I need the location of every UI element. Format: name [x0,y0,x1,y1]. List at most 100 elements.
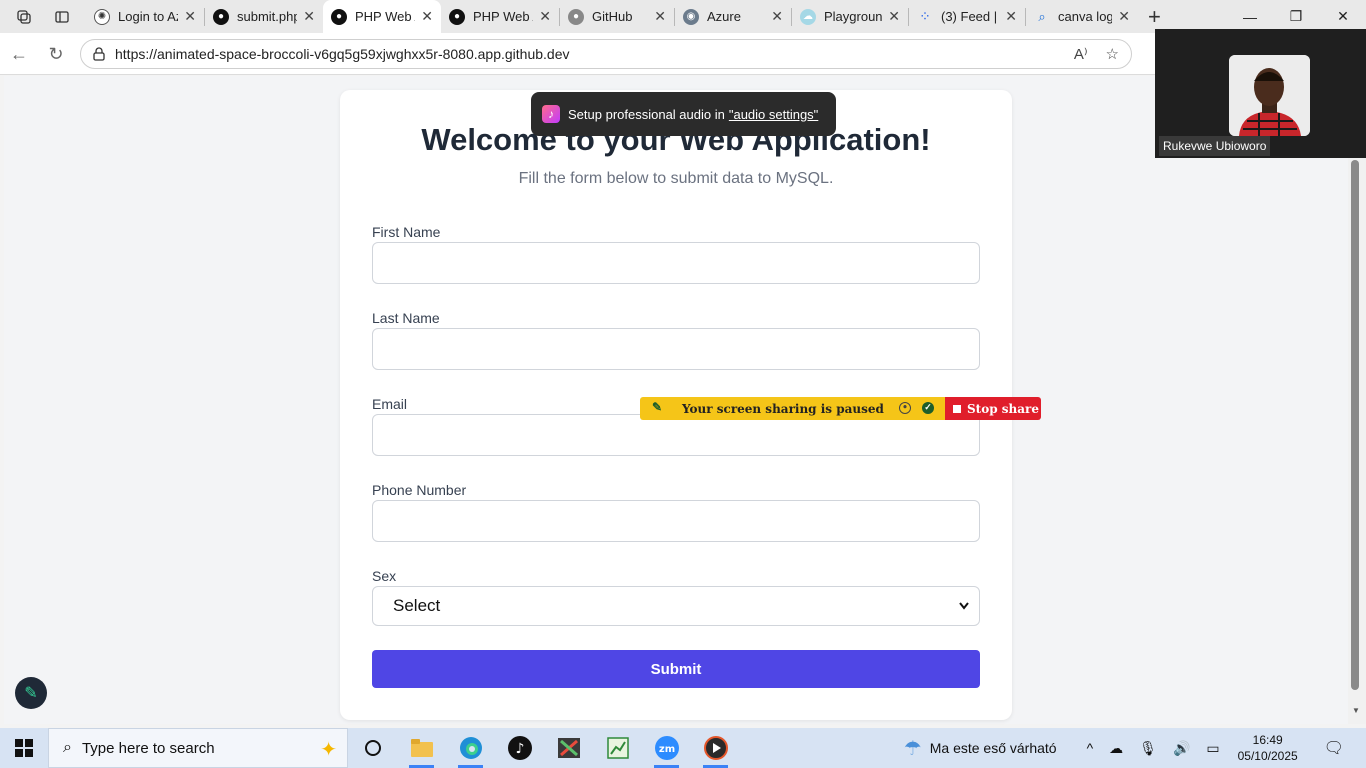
screen-share-banner: ✎ Your screen sharing is paused • ✓ Stop… [640,397,1041,420]
battery-icon[interactable]: ▭ [1206,740,1219,757]
email-input[interactable] [372,414,980,456]
scroll-down-arrow[interactable]: ▼ [1350,706,1362,715]
tiktok-icon[interactable]: ♪ [495,728,544,768]
shield-icon: ✓ [922,402,934,414]
url-field[interactable]: https://animated-space-broccoli-v6gq5g59… [80,39,1132,69]
notifications-icon[interactable]: 🗨 [1324,738,1344,758]
audio-settings-toast: ♪ Setup professional audio in "audio set… [531,92,836,136]
refresh-button[interactable]: ↻ [45,43,67,65]
back-button[interactable]: ← [8,43,30,65]
github-icon: ● [449,8,465,25]
tab-php-web-app[interactable]: ● PHP Web App ✕ [441,0,559,33]
clock-time: 16:49 [1252,733,1283,747]
close-icon[interactable]: ✕ [771,8,783,25]
share-paused-bar[interactable]: ✎ Your screen sharing is paused • ✓ [640,397,945,420]
favorite-star-icon[interactable]: ☆ [1106,45,1119,63]
onedrive-icon[interactable]: ☁ [1109,740,1123,757]
scrollbar-thumb[interactable] [1351,160,1359,690]
first-name-label: First Name [372,224,441,240]
first-name-input[interactable] [372,242,980,284]
github-icon: ● [331,8,347,25]
phone-label: Phone Number [372,482,467,498]
pencil-icon: ✎ [24,685,38,702]
loading-icon: ⁘ [919,8,931,24]
tab-title: PHP Web App [355,9,415,24]
task-view-button[interactable] [348,728,397,768]
share-status-text: Your screen sharing is paused [682,401,884,416]
taskbar-search[interactable]: ⌕ Type here to search ✦ [48,728,348,768]
snipping-tool-icon[interactable] [544,728,593,768]
tab-canva-login[interactable]: ⌕ canva login ✕ [1026,0,1138,33]
close-icon[interactable]: ✕ [421,8,433,25]
url-actions: A⁾ ☆ [1074,45,1119,63]
music-note-icon: ♪ [542,105,560,123]
windows-logo-icon [15,739,33,757]
tab-php-web-app-active[interactable]: ● PHP Web App ✕ [323,0,441,33]
close-icon[interactable]: ✕ [1005,8,1017,25]
video-tile[interactable]: Rukevwe Ubioworo [1155,29,1366,158]
new-tab-button[interactable]: + [1148,4,1161,30]
clock[interactable]: 16:49 05/10/2025 [1238,732,1298,764]
email-label: Email [372,396,408,412]
rain-umbrella-icon: ☂ [903,737,922,760]
submit-button[interactable]: Submit [372,650,980,688]
close-icon[interactable]: ✕ [303,8,315,25]
stop-share-button[interactable]: Stop share [945,397,1041,420]
tab-azure[interactable]: ◉ Azure ✕ [675,0,791,33]
pin-icon: ✎ [652,400,663,414]
tab-title: canva login [1058,9,1113,24]
participant-name: Rukevwe Ubioworo [1159,136,1271,156]
start-button[interactable] [0,728,48,768]
microphone-icon[interactable]: 🎙 [1139,740,1157,757]
svg-text:zm: zm [658,744,674,755]
read-aloud-icon[interactable]: A⁾ [1074,45,1088,63]
azure-icon: ◉ [683,8,699,25]
zoom-icon[interactable]: zm [642,728,691,768]
tab-linkedin-feed[interactable]: ⁘ (3) Feed | LinkedIn ✕ [909,0,1025,33]
search-icon: ⌕ [63,739,72,756]
url-text: https://animated-space-broccoli-v6gq5g59… [115,46,570,62]
chevron-down-icon [959,599,969,613]
sex-select-value: Select [393,596,441,615]
taskbar: ⌕ Type here to search ✦ ♪ zm ☂ Ma este e… [0,728,1366,768]
tab-title: Azure [707,9,741,24]
svg-text:♪: ♪ [515,741,524,757]
chevron-up-icon[interactable]: ^ [1087,740,1094,756]
sparkle-icon: ✦ [320,739,337,761]
close-icon[interactable]: ✕ [888,8,900,25]
sex-label: Sex [372,568,397,584]
github-icon: ● [213,8,229,25]
close-icon[interactable]: ✕ [539,8,551,25]
edit-pencil-button[interactable]: ✎ [15,677,47,709]
resume-icon[interactable]: • [899,402,911,414]
tab-login-azure[interactable]: ✺ Login to Azure ✕ [86,0,204,33]
tab-title: submit.php [237,9,298,24]
audio-settings-link[interactable]: "audio settings" [729,107,818,122]
tab-title: Login to Azure [118,9,178,24]
workspaces-icon[interactable] [14,7,34,27]
weather-widget[interactable]: ☂ Ma este eső várható [904,736,1057,761]
close-icon[interactable]: ✕ [1118,8,1130,25]
phone-input[interactable] [372,500,980,542]
tab-actions-icon[interactable] [52,7,72,27]
file-explorer-icon[interactable] [397,728,446,768]
tab-submit-php[interactable]: ● submit.php ✕ [205,0,323,33]
cloud-icon: ☁ [800,8,816,25]
speaker-icon[interactable]: 🔊 [1173,740,1190,757]
last-name-label: Last Name [372,310,440,326]
tab-title: PHP Web App [473,9,533,24]
search-placeholder: Type here to search [81,739,215,757]
tab-title: Playground [824,9,883,24]
close-icon[interactable]: ✕ [654,8,666,25]
clock-date: 05/10/2025 [1237,749,1298,763]
last-name-input[interactable] [372,328,980,370]
edge-browser-icon[interactable] [446,728,495,768]
sex-select[interactable]: Select [372,586,980,626]
page-subtitle: Fill the form below to submit data to My… [518,170,834,187]
chart-app-icon[interactable] [593,728,642,768]
tab-playground[interactable]: ☁ Playground ✕ [792,0,908,33]
tab-github[interactable]: ● GitHub ✕ [560,0,674,33]
media-player-icon[interactable] [691,728,740,768]
toast-text: Setup professional audio in [568,106,725,122]
close-icon[interactable]: ✕ [184,8,196,25]
